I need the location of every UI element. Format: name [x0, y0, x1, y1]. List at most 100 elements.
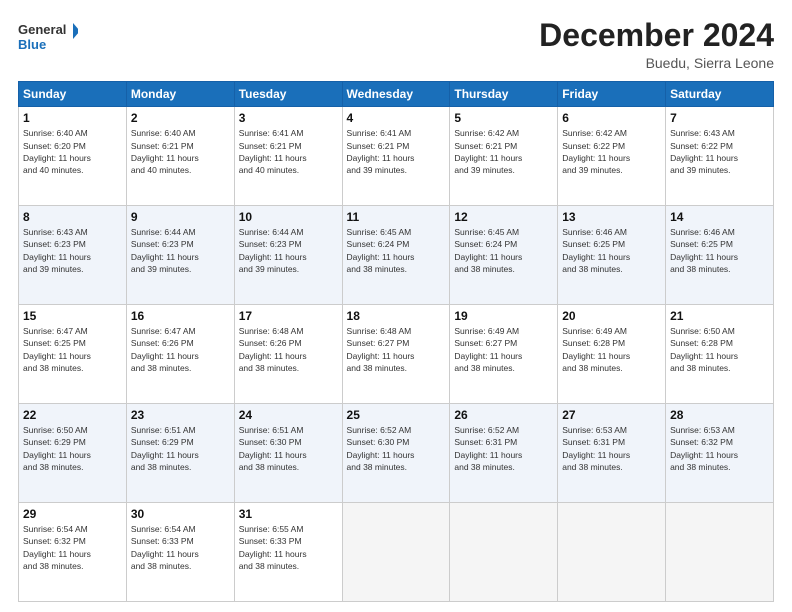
- table-cell: 8 Sunrise: 6:43 AMSunset: 6:23 PMDaylight…: [19, 206, 127, 305]
- table-cell: 27 Sunrise: 6:53 AMSunset: 6:31 PMDayligh…: [558, 404, 666, 503]
- table-cell: 15 Sunrise: 6:47 AMSunset: 6:25 PMDayligh…: [19, 305, 127, 404]
- table-cell: [558, 503, 666, 602]
- day-number: 7: [670, 111, 769, 125]
- day-info: Sunrise: 6:43 AMSunset: 6:23 PMDaylight:…: [23, 226, 122, 275]
- day-info: Sunrise: 6:40 AMSunset: 6:20 PMDaylight:…: [23, 127, 122, 176]
- table-cell: 17 Sunrise: 6:48 AMSunset: 6:26 PMDayligh…: [234, 305, 342, 404]
- col-saturday: Saturday: [666, 82, 774, 107]
- col-sunday: Sunday: [19, 82, 127, 107]
- table-cell: 28 Sunrise: 6:53 AMSunset: 6:32 PMDayligh…: [666, 404, 774, 503]
- day-info: Sunrise: 6:46 AMSunset: 6:25 PMDaylight:…: [562, 226, 661, 275]
- calendar-week-row: 15 Sunrise: 6:47 AMSunset: 6:25 PMDayligh…: [19, 305, 774, 404]
- table-cell: 13 Sunrise: 6:46 AMSunset: 6:25 PMDayligh…: [558, 206, 666, 305]
- day-info: Sunrise: 6:51 AMSunset: 6:29 PMDaylight:…: [131, 424, 230, 473]
- header: General Blue December 2024 Buedu, Sierra…: [18, 18, 774, 71]
- day-info: Sunrise: 6:44 AMSunset: 6:23 PMDaylight:…: [131, 226, 230, 275]
- table-cell: 23 Sunrise: 6:51 AMSunset: 6:29 PMDayligh…: [126, 404, 234, 503]
- location: Buedu, Sierra Leone: [539, 55, 774, 71]
- day-info: Sunrise: 6:48 AMSunset: 6:26 PMDaylight:…: [239, 325, 338, 374]
- logo: General Blue: [18, 18, 78, 54]
- day-number: 23: [131, 408, 230, 422]
- table-cell: 6Sunrise: 6:42 AMSunset: 6:22 PMDaylight…: [558, 107, 666, 206]
- svg-text:General: General: [18, 22, 66, 37]
- day-info: Sunrise: 6:53 AMSunset: 6:32 PMDaylight:…: [670, 424, 769, 473]
- day-info: Sunrise: 6:50 AMSunset: 6:29 PMDaylight:…: [23, 424, 122, 473]
- calendar-header-row: Sunday Monday Tuesday Wednesday Thursday…: [19, 82, 774, 107]
- day-number: 9: [131, 210, 230, 224]
- table-cell: 24 Sunrise: 6:51 AMSunset: 6:30 PMDayligh…: [234, 404, 342, 503]
- table-cell: 9 Sunrise: 6:44 AMSunset: 6:23 PMDaylight…: [126, 206, 234, 305]
- day-number: 3: [239, 111, 338, 125]
- day-number: 14: [670, 210, 769, 224]
- day-info: Sunrise: 6:41 AMSunset: 6:21 PMDaylight:…: [239, 127, 338, 176]
- table-cell: 20 Sunrise: 6:49 AMSunset: 6:28 PMDayligh…: [558, 305, 666, 404]
- table-cell: 10Sunrise: 6:44 AMSunset: 6:23 PMDayligh…: [234, 206, 342, 305]
- day-info: Sunrise: 6:44 AMSunset: 6:23 PMDaylight:…: [239, 226, 338, 275]
- day-info: Sunrise: 6:41 AMSunset: 6:21 PMDaylight:…: [347, 127, 446, 176]
- table-cell: 7 Sunrise: 6:43 AMSunset: 6:22 PMDaylight…: [666, 107, 774, 206]
- day-info: Sunrise: 6:52 AMSunset: 6:30 PMDaylight:…: [347, 424, 446, 473]
- day-number: 17: [239, 309, 338, 323]
- table-cell: 19 Sunrise: 6:49 AMSunset: 6:27 PMDayligh…: [450, 305, 558, 404]
- day-info: Sunrise: 6:48 AMSunset: 6:27 PMDaylight:…: [347, 325, 446, 374]
- logo-svg: General Blue: [18, 18, 78, 54]
- day-number: 18: [347, 309, 446, 323]
- day-number: 4: [347, 111, 446, 125]
- table-cell: 12 Sunrise: 6:45 AMSunset: 6:24 PMDayligh…: [450, 206, 558, 305]
- day-info: Sunrise: 6:49 AMSunset: 6:28 PMDaylight:…: [562, 325, 661, 374]
- day-number: 11: [347, 210, 446, 224]
- table-cell: 30 Sunrise: 6:54 AMSunset: 6:33 PMDayligh…: [126, 503, 234, 602]
- day-number: 5: [454, 111, 553, 125]
- col-monday: Monday: [126, 82, 234, 107]
- day-number: 21: [670, 309, 769, 323]
- table-cell: [450, 503, 558, 602]
- day-info: Sunrise: 6:54 AMSunset: 6:32 PMDaylight:…: [23, 523, 122, 572]
- table-cell: [342, 503, 450, 602]
- day-number: 8: [23, 210, 122, 224]
- col-wednesday: Wednesday: [342, 82, 450, 107]
- day-info: Sunrise: 6:46 AMSunset: 6:25 PMDaylight:…: [670, 226, 769, 275]
- day-info: Sunrise: 6:45 AMSunset: 6:24 PMDaylight:…: [454, 226, 553, 275]
- day-info: Sunrise: 6:47 AMSunset: 6:25 PMDaylight:…: [23, 325, 122, 374]
- table-cell: 22 Sunrise: 6:50 AMSunset: 6:29 PMDayligh…: [19, 404, 127, 503]
- day-info: Sunrise: 6:49 AMSunset: 6:27 PMDaylight:…: [454, 325, 553, 374]
- col-thursday: Thursday: [450, 82, 558, 107]
- svg-text:Blue: Blue: [18, 37, 46, 52]
- table-cell: 3 Sunrise: 6:41 AMSunset: 6:21 PMDaylight…: [234, 107, 342, 206]
- day-number: 13: [562, 210, 661, 224]
- day-info: Sunrise: 6:42 AMSunset: 6:21 PMDaylight:…: [454, 127, 553, 176]
- calendar-week-row: 8 Sunrise: 6:43 AMSunset: 6:23 PMDaylight…: [19, 206, 774, 305]
- day-number: 30: [131, 507, 230, 521]
- day-number: 16: [131, 309, 230, 323]
- day-number: 12: [454, 210, 553, 224]
- table-cell: 2Sunrise: 6:40 AMSunset: 6:21 PMDaylight…: [126, 107, 234, 206]
- day-info: Sunrise: 6:52 AMSunset: 6:31 PMDaylight:…: [454, 424, 553, 473]
- calendar-body: 1Sunrise: 6:40 AMSunset: 6:20 PMDaylight…: [19, 107, 774, 602]
- table-cell: 14 Sunrise: 6:46 AMSunset: 6:25 PMDayligh…: [666, 206, 774, 305]
- day-number: 22: [23, 408, 122, 422]
- day-info: Sunrise: 6:51 AMSunset: 6:30 PMDaylight:…: [239, 424, 338, 473]
- day-info: Sunrise: 6:54 AMSunset: 6:33 PMDaylight:…: [131, 523, 230, 572]
- day-number: 24: [239, 408, 338, 422]
- day-number: 19: [454, 309, 553, 323]
- table-cell: [666, 503, 774, 602]
- day-number: 28: [670, 408, 769, 422]
- day-number: 26: [454, 408, 553, 422]
- day-info: Sunrise: 6:50 AMSunset: 6:28 PMDaylight:…: [670, 325, 769, 374]
- day-info: Sunrise: 6:55 AMSunset: 6:33 PMDaylight:…: [239, 523, 338, 572]
- day-info: Sunrise: 6:47 AMSunset: 6:26 PMDaylight:…: [131, 325, 230, 374]
- calendar-week-row: 22 Sunrise: 6:50 AMSunset: 6:29 PMDayligh…: [19, 404, 774, 503]
- col-friday: Friday: [558, 82, 666, 107]
- day-info: Sunrise: 6:43 AMSunset: 6:22 PMDaylight:…: [670, 127, 769, 176]
- day-number: 15: [23, 309, 122, 323]
- day-number: 20: [562, 309, 661, 323]
- table-cell: 1Sunrise: 6:40 AMSunset: 6:20 PMDaylight…: [19, 107, 127, 206]
- day-number: 29: [23, 507, 122, 521]
- month-title: December 2024: [539, 18, 774, 53]
- day-number: 27: [562, 408, 661, 422]
- table-cell: 18 Sunrise: 6:48 AMSunset: 6:27 PMDayligh…: [342, 305, 450, 404]
- table-cell: 21 Sunrise: 6:50 AMSunset: 6:28 PMDayligh…: [666, 305, 774, 404]
- day-info: Sunrise: 6:53 AMSunset: 6:31 PMDaylight:…: [562, 424, 661, 473]
- table-cell: 26 Sunrise: 6:52 AMSunset: 6:31 PMDayligh…: [450, 404, 558, 503]
- col-tuesday: Tuesday: [234, 82, 342, 107]
